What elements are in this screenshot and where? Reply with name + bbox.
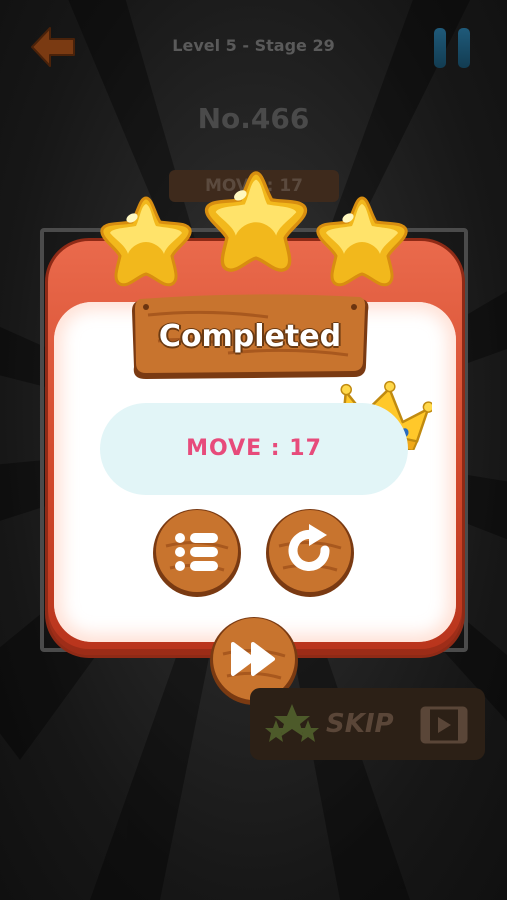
- puzzle-number: No.466: [197, 102, 310, 135]
- dialog-title: Completed: [158, 319, 342, 354]
- pause-icon: [434, 28, 446, 68]
- move-result-text: MOVE : 17: [186, 436, 322, 461]
- star-icon-middle: [205, 171, 307, 272]
- replay-icon: [266, 509, 354, 597]
- pause-icon-bar: [458, 28, 470, 68]
- replay-button[interactable]: [265, 508, 355, 598]
- video-icon: [420, 706, 468, 744]
- pause-button[interactable]: [434, 28, 472, 68]
- skip-stars-icon: [265, 704, 319, 742]
- level-menu-button[interactable]: [152, 508, 242, 598]
- list-icon: [153, 509, 241, 597]
- star-icon-right: [316, 196, 408, 287]
- skip-label: SKIP: [326, 709, 394, 739]
- star-icon-left: [100, 196, 192, 287]
- level-stage-title: Level 5 - Stage 29: [172, 36, 335, 55]
